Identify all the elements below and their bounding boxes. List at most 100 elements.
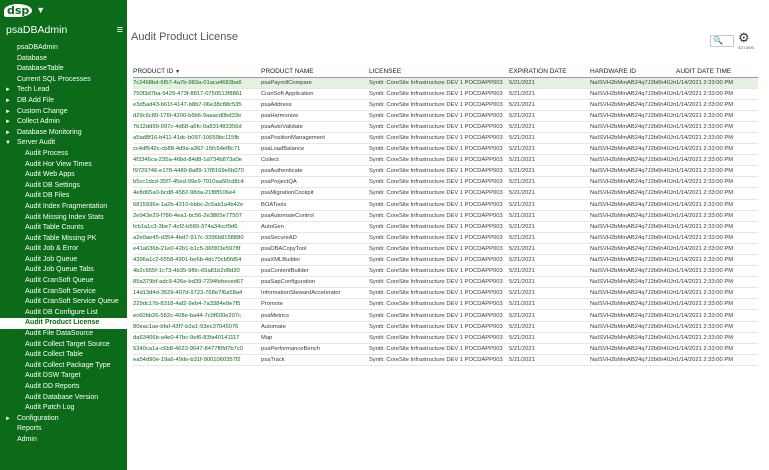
sidebar-item-audit-cransoft-queue[interactable]: Audit CranSoft Queue — [0, 276, 127, 287]
sidebar-item-audit-db-files[interactable]: Audit DB Files — [0, 191, 127, 202]
product-id-cell[interactable]: 4396a1c2-6558-4901-be6b-4dc70cb5fd54 — [133, 254, 261, 267]
table-row[interactable]: fcb1a1c3-3be7-4cf2-b580-374a34ccf9d6 Auto… — [133, 221, 758, 233]
search-icon[interactable]: 🔍 — [713, 36, 723, 45]
sidebar-item-audit-job-queue-tabs[interactable]: Audit Job Queue Tabs — [0, 265, 127, 276]
product-id-cell[interactable]: e3d5ad43-b61f-4147-b8b7-06e38c88c535 — [133, 99, 261, 111]
table-row[interactable]: b5cc1dcd-35f7-45ed-99e9-7010aa50cd8c4 psa… — [133, 176, 758, 189]
sidebar-item-audit-collect-target-source[interactable]: Audit Collect Target Source — [0, 340, 127, 351]
sidebar-item-audit-dd-reports[interactable]: Audit DD Reports — [0, 382, 127, 393]
sidebar-item-custom-change[interactable]: ► Custom Change — [0, 107, 127, 118]
table-row[interactable]: e3d5ad43-b61f-4147-b8b7-06e38c88c535 psaA… — [133, 99, 758, 111]
sidebar-item-db-add-file[interactable]: ► DB Add File — [0, 96, 127, 107]
sidebar-item-current-sql-processes[interactable]: Current SQL Processes — [0, 75, 127, 86]
table-row[interactable]: cc4df542c-cb88-4d9a-a367-15fc54ef8c71 psa… — [133, 143, 758, 156]
table-row[interactable]: 6815936e-1a2b-4210-bbbc-2c5ab1a4b42e BOAT… — [133, 199, 758, 211]
table-row[interactable]: 7c2468bd-6f57-4a7b-983a-01aca4683ba6 psaP… — [133, 77, 758, 89]
col-header-hardware-id[interactable]: HARDWARE ID — [590, 66, 676, 78]
sidebar-item-audit-collect-table[interactable]: Audit Collect Table — [0, 350, 127, 361]
gear-icon[interactable]: ⚙ — [738, 30, 750, 46]
sidebar-item-audit-process[interactable]: Audit Process — [0, 149, 127, 160]
sidebar-item-audit-table-missing-pk[interactable]: Audit Table Missing PK — [0, 234, 127, 245]
sidebar-item-audit-dsw-target[interactable]: Audit DSW Target — [0, 371, 127, 382]
table-row[interactable]: ec60bb26-582c-408e-ba44-7c0f600e207c psaM… — [133, 309, 758, 322]
col-header-product-name[interactable]: PRODUCT NAME — [261, 66, 369, 78]
table-row[interactable]: 85a379bf-adc9-426e-bd39-7294febeced67 psa… — [133, 276, 758, 289]
product-id-cell[interactable]: 80eac1ae-bfaf-43f7-b3a1-93ec37045076 — [133, 321, 261, 333]
table-row[interactable]: 4b2c655f-1c73-4b35-9f0c-65a81b2d9d30 psaC… — [133, 265, 758, 278]
col-header-expiration-date[interactable]: EXPIRATION DATE — [509, 66, 590, 78]
table-row[interactable]: 750f3d7ba-5429-473f-8817-0750513f8861 Cra… — [133, 88, 758, 100]
sidebar-item-audit-web-apps[interactable]: Audit Web Apps — [0, 170, 127, 181]
menu-icon[interactable]: ≡ — [117, 24, 123, 36]
chevron-down-icon[interactable]: ▼ — [5, 138, 17, 149]
product-id-cell[interactable]: a5ad8f16-b411-41dc-b097-10659bc115fb — [133, 132, 261, 145]
sidebar-item-audit-patch-log[interactable]: Audit Patch Log — [0, 403, 127, 414]
table-row[interactable]: 4f3346ca-235a-46bd-84d8-1d734b873a0e Coll… — [133, 154, 758, 167]
product-id-cell[interactable]: 229dc17b-8318-4af2-9eb4-7a3384e0e7f5 — [133, 298, 261, 311]
product-id-cell[interactable]: 4f3346ca-235a-46bd-84d8-1d734b873a0e — [133, 154, 261, 167]
sidebar-item-audit-hor-view-times[interactable]: Audit Hor View Times — [0, 160, 127, 171]
chevron-right-icon[interactable]: ► — [5, 128, 17, 139]
product-id-cell[interactable]: b5cc1dcd-35f7-45ed-99e9-7010aa50cd8c4 — [133, 176, 261, 189]
product-id-cell[interactable]: 14d13d4d-3529-407d-9723-768e7f6a58a4 — [133, 287, 261, 300]
sidebar-item-database[interactable]: Database — [0, 54, 127, 65]
table-row[interactable]: 5340ca1a-c6b8-4623-9647-8477f0fd7b7c0 psa… — [133, 343, 758, 355]
sort-desc-icon[interactable]: ▼ — [175, 69, 180, 75]
product-id-cell[interactable]: 2e943e29-f786-4ea1-bc56-2e3865e77507 — [133, 210, 261, 222]
table-row[interactable]: 14d13d4d-3529-407d-9723-768e7f6a58a4 Info… — [133, 287, 758, 300]
chevron-right-icon[interactable]: ► — [5, 414, 17, 425]
product-id-cell[interactable]: e41a636b-21e0-42b1-b1c5-36f303e5978f — [133, 243, 261, 256]
sidebar-item-audit-cransoft-service-queue[interactable]: Audit CranSoft Service Queue — [0, 297, 127, 308]
product-id-cell[interactable]: 4e8d65a0-bcd8-4582-98da-21f8ff106e4 — [133, 187, 261, 200]
sidebar-item-audit-missing-index-stats[interactable]: Audit Missing Index Stats — [0, 213, 127, 224]
table-row[interactable]: f9729746-e178-4480-8a89-17f8169e6b070 psa… — [133, 165, 758, 178]
product-id-cell[interactable]: ec60bb26-582c-408e-ba44-7c0f600e207c — [133, 309, 261, 322]
product-id-cell[interactable]: fcb1a1c3-3be7-4cf2-b580-374a34ccf9d6 — [133, 221, 261, 233]
product-id-cell[interactable]: 4b2c655f-1c73-4b35-9f0c-65a81b2d9d30 — [133, 265, 261, 278]
table-row[interactable]: d29c6c80-176f-4200-b6b6-9aaacd0bd33e psaH… — [133, 110, 758, 122]
chevron-right-icon[interactable]: ► — [5, 85, 17, 96]
table-row[interactable]: 4e8d65a0-bcd8-4582-98da-21f8ff106e4 psaMi… — [133, 187, 758, 200]
col-header-product-id[interactable]: PRODUCT ID ▼ — [133, 66, 261, 78]
sidebar-item-audit-db-settings[interactable]: Audit DB Settings — [0, 181, 127, 192]
table-row[interactable]: ea54d90e-19a6-49de-b31f-9001060357f2 psaT… — [133, 354, 758, 366]
table-row[interactable]: da63406b-a4e0-47bc-9ef6-83fa40141117 Map S… — [133, 332, 758, 344]
sidebar-item-audit-job-error[interactable]: Audit Job & Error — [0, 244, 127, 255]
chevron-right-icon[interactable]: ► — [5, 96, 17, 107]
product-id-cell[interactable]: 6815936e-1a2b-4210-bbbc-2c5ab1a4b42e — [133, 199, 261, 211]
product-id-cell[interactable]: f9729746-e178-4480-8a89-17f8169e6b070 — [133, 165, 261, 178]
dsp-logo[interactable]: dsp — [4, 3, 33, 17]
search-input[interactable]: 🔍 — [710, 35, 734, 47]
sidebar-item-audit-index-fragmentation[interactable]: Audit Index Fragmentation — [0, 202, 127, 213]
product-id-cell[interactable]: 7b12dd99-097c-4d68-a6fc-0a831483356d — [133, 121, 261, 133]
sidebar-item-audit-product-license[interactable]: Audit Product License — [0, 318, 127, 330]
sidebar-item-tech-lead[interactable]: ► Tech Lead — [0, 85, 127, 96]
table-row[interactable]: a2e0ae45-d354-4bd7-917c-3396b8158880 psaS… — [133, 232, 758, 244]
sidebar-item-audit-file-datasource[interactable]: Audit File DataSource — [0, 329, 127, 340]
brand-dropdown-icon[interactable]: ▼ — [36, 5, 45, 15]
sidebar-item-databasetable[interactable]: DatabaseTable — [0, 64, 127, 75]
product-id-cell[interactable]: d29c6c80-176f-4200-b6b6-9aaacd0bd33e — [133, 110, 261, 122]
sidebar-item-collect-admin[interactable]: ► Collect Admin — [0, 117, 127, 128]
sidebar-item-audit-database-version[interactable]: Audit Database Version — [0, 393, 127, 404]
product-id-cell[interactable]: da63406b-a4e0-47bc-9ef6-83fa40141117 — [133, 332, 261, 344]
sidebar-item-admin[interactable]: Admin — [0, 435, 127, 446]
table-row[interactable]: e41a636b-21e0-42b1-b1c5-36f303e5978f psaD… — [133, 243, 758, 256]
chevron-right-icon[interactable]: ► — [5, 117, 17, 128]
product-id-cell[interactable]: 5340ca1a-c6b8-4623-9647-8477f0fd7b7c0 — [133, 343, 261, 355]
table-row[interactable]: 2e943e29-f786-4ea1-bc56-2e3865e77507 psaA… — [133, 210, 758, 222]
product-id-cell[interactable]: 85a379bf-adc9-426e-bd39-7294febeced67 — [133, 276, 261, 289]
sidebar-item-server-audit[interactable]: ▼ Server Audit — [0, 138, 127, 149]
table-row[interactable]: 80eac1ae-bfaf-43f7-b3a1-93ec37045076 Auto… — [133, 321, 758, 333]
product-id-cell[interactable]: ea54d90e-19a6-49de-b31f-9001060357f2 — [133, 354, 261, 366]
product-id-cell[interactable]: 7c2468bd-6f57-4a7b-983a-01aca4683ba6 — [133, 77, 261, 89]
table-row[interactable]: 7b12dd99-097c-4d68-a6fc-0a831483356d psaA… — [133, 121, 758, 133]
table-row[interactable]: a5ad8f16-b411-41dc-b097-10659bc115fb psaP… — [133, 132, 758, 145]
product-id-cell[interactable]: a2e0ae45-d354-4bd7-917c-3396b8158880 — [133, 232, 261, 244]
sidebar-item-audit-collect-package-type[interactable]: Audit Collect Package Type — [0, 361, 127, 372]
table-row[interactable]: 4396a1c2-6558-4901-be6b-4dc70cb5fd54 psaX… — [133, 254, 758, 267]
col-header-licensee[interactable]: LICENSEE — [369, 66, 509, 78]
sidebar-item-reports[interactable]: Reports — [0, 424, 127, 435]
sidebar-item-psadbadmin[interactable]: psaDBAdmin — [0, 43, 127, 54]
sidebar-item-audit-cransoft-service[interactable]: Audit CranSoft Service — [0, 287, 127, 298]
